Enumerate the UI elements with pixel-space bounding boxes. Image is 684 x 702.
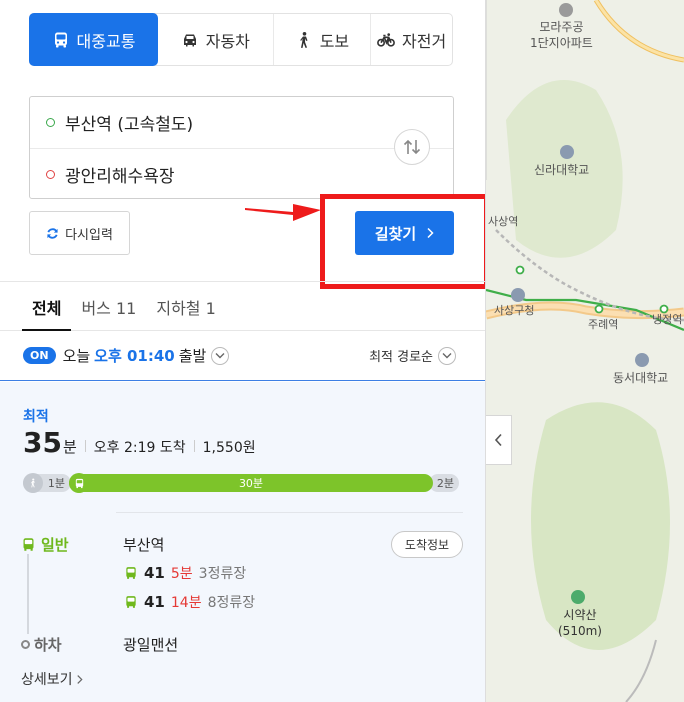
route-inputs: 부산역 (고속철도) 광안리해수욕장 [29,96,454,199]
alight-label: 하차 [34,636,62,654]
mode-car[interactable]: 자동차 [158,14,274,65]
bus-number: 41 [144,593,165,611]
mode-label: 자전거 [402,31,447,51]
map-label: 동서대학교 [613,371,669,385]
sort-label: 최적 경로순 [369,350,433,365]
chevron-down-icon [442,353,452,359]
destination-dot-icon [46,169,55,179]
origin-text: 부산역 (고속철도) [65,115,194,135]
bus-stops: 8정류장 [207,595,256,611]
time-dropdown-button[interactable] [211,346,230,365]
mode-transit[interactable]: 대중교통 [29,13,158,66]
map-label: 시약산 (510m) [558,608,602,638]
mode-walk[interactable]: 도보 [274,14,372,65]
walk-icon [23,473,43,493]
step-connector [27,554,29,634]
map-label: 사상역 [488,215,519,228]
route-result-card[interactable]: 최적 35 분 오후 2:19 도착 1,550원 1분 2분 30분 일반 부… [0,382,485,702]
collapse-panel-button[interactable] [486,415,512,465]
duration-unit: 분 [62,438,77,456]
board-step: 일반 [21,534,69,555]
origin-dot-icon [46,118,55,127]
refresh-icon [47,227,58,239]
bus-eta: 5분 [170,566,193,582]
map-canvas [486,0,684,702]
map-label: 주례역 [588,318,619,331]
map-label: 신라대학교 [534,163,590,177]
transport-mode-tabs: 대중교통 자동차 도보 자전거 [29,13,453,66]
bus-line-item[interactable]: 41 14분 8정류장 [124,592,255,612]
sort-chevron [438,346,456,365]
map-label: 사상구청 [494,304,535,317]
tab-subway[interactable]: 지하철 1 [146,282,225,331]
origin-field[interactable]: 부산역 (고속철도) [30,97,453,148]
detail-link[interactable]: 상세보기 [21,669,83,689]
separator [84,440,86,452]
mode-label: 도보 [319,31,350,51]
departure-day: 오늘 [62,347,91,365]
departure-time[interactable]: 오후 01:40 [94,345,175,366]
bus-icon [69,473,89,493]
bicycle-icon [377,32,395,47]
result-tabs: 전체 버스 11 지하철 1 [0,282,485,331]
pointer-arrow-icon [245,204,321,221]
reset-label: 다시입력 [65,227,113,243]
swap-icon [403,139,421,155]
board-stop: 부산역 [123,536,165,554]
route-panel: 대중교통 자동차 도보 자전거 부산역 (고속철도) 광안리해수욕장 다시입력 [0,0,486,702]
fare: 1,550원 [202,440,256,456]
bus-stops: 3정류장 [198,566,247,582]
chevron-left-icon [494,433,502,447]
separator [193,440,195,452]
best-label: 최적 [23,409,49,425]
destination-text: 광안리해수욕장 [65,166,175,187]
bus-icon [126,596,136,608]
alight-stop: 광일맨션 [123,636,179,654]
tab-all[interactable]: 전체 [22,282,72,331]
board-type: 일반 [41,536,69,554]
tab-bus[interactable]: 버스 11 [71,282,146,331]
map-label: 냉정역 [652,313,683,326]
duration-value: 35 [23,426,62,459]
step-divider [116,512,463,513]
bus-icon [126,567,136,579]
departure-row: ON 오늘 오후 01:40 출발 최적 경로순 [0,331,485,381]
chevron-down-icon [215,353,225,359]
highlight-box [320,194,485,289]
car-icon [183,34,196,46]
mode-label: 자동차 [205,31,250,51]
bus-number: 41 [144,564,165,582]
segment-bar: 1분 2분 30분 [23,473,459,493]
map-label: 모라주공 1단지아파트 [530,20,593,50]
chevron-right-icon [76,674,83,684]
walk-segment-end: 2분 [429,474,459,492]
bus-line-item[interactable]: 41 5분 3정류장 [124,563,246,583]
mode-label: 대중교통 [76,31,136,51]
map-view[interactable]: 모라주공 1단지아파트 신라대학교 사상역 사상구청 주례역 냉정역 동서대학교… [486,0,684,702]
on-badge[interactable]: ON [23,347,56,364]
bus-icon [23,538,34,551]
route-summary: 35 분 오후 2:19 도착 1,550원 [23,426,256,459]
swap-button[interactable] [394,129,430,165]
sort-dropdown[interactable]: 최적 경로순 [369,346,456,365]
bus-segment: 30분 [69,474,433,492]
alight-step: 하차 [21,634,62,655]
bus-icon [54,32,67,47]
bus-eta: 14분 [170,595,202,611]
departure-suffix: 출발 [178,347,207,365]
destination-field[interactable]: 광안리해수욕장 [30,148,453,199]
arrival-info-button[interactable]: 도착정보 [391,531,463,558]
detail-label: 상세보기 [21,672,73,688]
mode-bicycle[interactable]: 자전거 [371,14,452,65]
reset-button[interactable]: 다시입력 [29,211,130,255]
arrival-time: 오후 2:19 도착 [93,440,186,456]
alight-dot-icon [21,640,30,649]
walk-icon [299,31,308,48]
